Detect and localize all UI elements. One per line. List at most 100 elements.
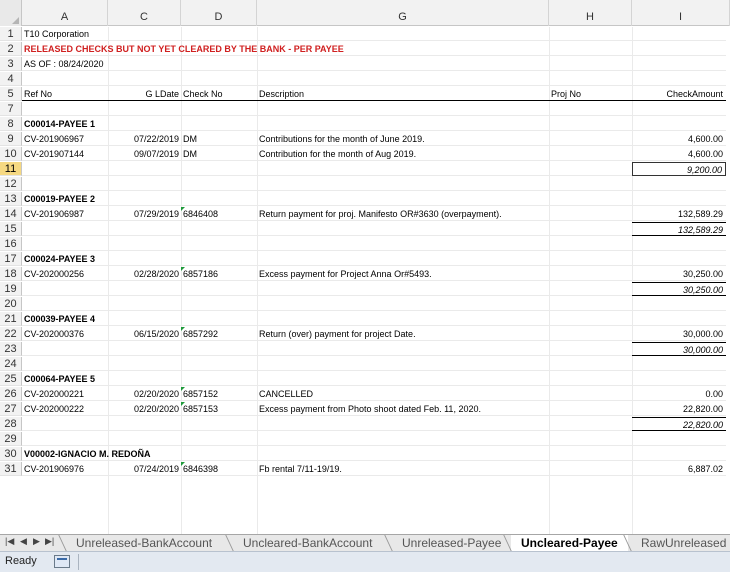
cell-d[interactable] — [181, 297, 257, 311]
cell-d[interactable]: 6846408 — [181, 207, 257, 221]
last-sheet-icon[interactable]: ▶| — [45, 536, 54, 547]
cell-a[interactable]: CV-202000221 — [22, 387, 108, 401]
cell-i[interactable]: 30,250.00 — [632, 267, 726, 281]
cell-c[interactable] — [108, 42, 181, 56]
cell-c[interactable] — [108, 312, 181, 326]
cell-d[interactable] — [181, 27, 257, 41]
row-header[interactable]: 28 — [0, 417, 22, 431]
cell-h[interactable] — [549, 222, 632, 236]
cell-c[interactable]: 07/29/2019 — [108, 207, 181, 221]
cell-h[interactable] — [549, 387, 632, 401]
cell-d[interactable] — [181, 42, 257, 56]
row-header[interactable]: 3 — [0, 57, 22, 71]
cell-h[interactable] — [549, 282, 632, 296]
cell-a[interactable] — [22, 342, 108, 356]
column-header-g[interactable]: G — [257, 0, 549, 26]
row-header[interactable]: 24 — [0, 357, 22, 371]
row-header[interactable]: 26 — [0, 387, 22, 401]
sheet-tab-unreleased-bankaccount[interactable]: Unreleased-BankAccount — [66, 535, 222, 551]
row-header[interactable]: 31 — [0, 462, 22, 476]
cell-g[interactable] — [257, 192, 549, 206]
cell-c[interactable]: 02/20/2020 — [108, 387, 181, 401]
cell-h[interactable] — [549, 342, 632, 356]
cell-c[interactable]: 02/20/2020 — [108, 402, 181, 416]
next-sheet-icon[interactable]: ▶ — [33, 536, 40, 547]
cell-a[interactable]: CV-202000376 — [22, 327, 108, 341]
cell-d[interactable]: 6857186 — [181, 267, 257, 281]
cell-h[interactable] — [549, 237, 632, 251]
cell-a[interactable]: CV-201907144 — [22, 147, 108, 161]
cell-d[interactable] — [181, 117, 257, 131]
cell-g[interactable] — [257, 222, 549, 236]
cell-h[interactable] — [549, 57, 632, 71]
cell-h[interactable] — [549, 432, 632, 446]
cell-c[interactable] — [108, 432, 181, 446]
cell-h[interactable] — [549, 117, 632, 131]
column-header-d[interactable]: D — [181, 0, 257, 26]
cell-d[interactable]: 6846398 — [181, 462, 257, 476]
cell-g[interactable]: CANCELLED — [257, 387, 549, 401]
select-all-corner[interactable] — [0, 0, 22, 26]
cell-g[interactable]: Description — [257, 87, 549, 101]
cell-h[interactable] — [549, 147, 632, 161]
cell-h[interactable] — [549, 42, 632, 56]
cell-g[interactable] — [257, 282, 549, 296]
cell-g[interactable] — [257, 42, 549, 56]
cell-c[interactable]: 02/28/2020 — [108, 267, 181, 281]
cell-c[interactable] — [108, 447, 181, 461]
row-header[interactable]: 16 — [0, 237, 22, 251]
cell-i[interactable]: 6,887.02 — [632, 462, 726, 476]
cell-d[interactable] — [181, 432, 257, 446]
cell-c[interactable] — [108, 222, 181, 236]
cell-h[interactable]: Proj No — [549, 87, 632, 101]
row-header[interactable]: 11 — [0, 162, 22, 176]
row-header[interactable]: 23 — [0, 342, 22, 356]
cell-h[interactable] — [549, 312, 632, 326]
row-header[interactable]: 12 — [0, 177, 22, 191]
cell-c[interactable] — [108, 372, 181, 386]
cell-g[interactable] — [257, 447, 549, 461]
cell-g[interactable]: Return (over) payment for project Date. — [257, 327, 549, 341]
cell-g[interactable] — [257, 372, 549, 386]
cell-h[interactable] — [549, 192, 632, 206]
cell-c[interactable] — [108, 237, 181, 251]
cell-h[interactable] — [549, 102, 632, 116]
cell-d[interactable] — [181, 417, 257, 431]
cell-c[interactable] — [108, 102, 181, 116]
cell-a[interactable] — [22, 72, 108, 86]
cell-d[interactable] — [181, 192, 257, 206]
row-header[interactable]: 19 — [0, 282, 22, 296]
cell-a[interactable] — [22, 237, 108, 251]
cell-g[interactable] — [257, 117, 549, 131]
cell-i[interactable] — [632, 102, 726, 116]
row-header[interactable]: 9 — [0, 132, 22, 146]
cell-c[interactable] — [108, 357, 181, 371]
cell-i[interactable]: CheckAmount — [632, 87, 726, 101]
cell-a[interactable]: CV-201906967 — [22, 132, 108, 146]
cell-d[interactable]: 6857152 — [181, 387, 257, 401]
row-header[interactable]: 7 — [0, 102, 22, 116]
row-header[interactable]: 21 — [0, 312, 22, 326]
cell-c[interactable] — [108, 297, 181, 311]
cell-h[interactable] — [549, 417, 632, 431]
row-header[interactable]: 8 — [0, 117, 22, 131]
cell-d[interactable] — [181, 357, 257, 371]
cell-g[interactable] — [257, 27, 549, 41]
cell-h[interactable] — [549, 72, 632, 86]
cell-h[interactable] — [549, 402, 632, 416]
cell-i[interactable] — [632, 252, 726, 266]
cell-g[interactable] — [257, 297, 549, 311]
sheet-tab-rawunreleased[interactable]: RawUnreleased — [631, 535, 730, 551]
cell-c[interactable] — [108, 117, 181, 131]
cell-a[interactable] — [22, 297, 108, 311]
cell-a[interactable]: V00002-IGNACIO M. REDOÑA — [22, 447, 151, 461]
cell-i[interactable] — [632, 117, 726, 131]
cell-i[interactable] — [632, 192, 726, 206]
row-header[interactable]: 22 — [0, 327, 22, 341]
cell-a[interactable] — [22, 162, 108, 176]
cell-a[interactable]: CV-202000222 — [22, 402, 108, 416]
cell-i[interactable]: 132,589.29 — [632, 207, 726, 221]
cell-i[interactable]: 30,000.00 — [632, 342, 726, 356]
cell-d[interactable]: 6857153 — [181, 402, 257, 416]
cell-c[interactable]: 09/07/2019 — [108, 147, 181, 161]
